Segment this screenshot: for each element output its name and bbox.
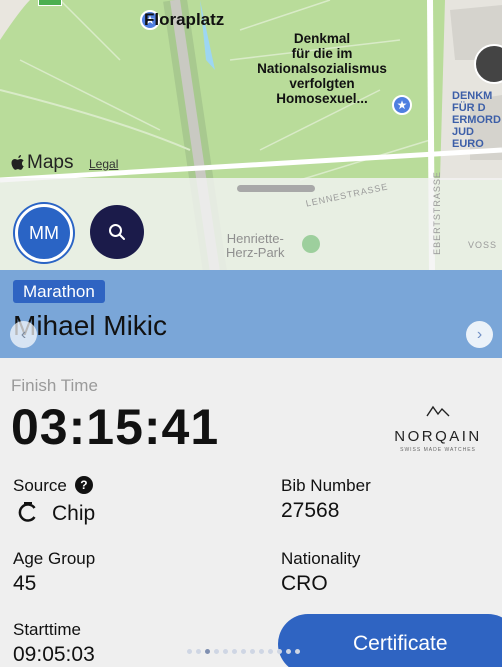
bib-label: Bib Number [281,476,371,495]
chevron-right-icon: › [476,325,483,343]
maps-label: Maps [27,152,74,173]
source-value: Chip [18,502,95,526]
apple-icon [11,155,25,170]
help-icon[interactable]: ? [74,476,93,494]
poi-floraplatz-label: Floraplatz [144,10,225,29]
page-dot[interactable] [250,649,255,654]
legal-link[interactable]: Legal [89,157,118,171]
age-group-label: Age Group [13,549,96,568]
star-icon: ★ [392,95,412,115]
page-dot[interactable] [187,649,192,654]
page-dot[interactable] [295,649,300,654]
sheet-grabber[interactable] [237,185,315,192]
street-label-2: EBERTSTRASSE [431,171,442,255]
park-icon [302,235,320,253]
transit-badge-icon [38,0,62,6]
park-label: Henriette- Herz-Park [226,231,285,260]
sponsor-logo: NORQAIN SWISS MADE WATCHES [383,404,493,453]
chip-icon [18,502,38,522]
previous-button[interactable]: ‹ [10,321,37,348]
nationality-value: CRO [281,572,328,595]
sponsor-name: NORQAIN [394,428,482,445]
avatar[interactable]: MM [15,204,73,262]
poi-side-label: DENKM FÜR D ERMORD JUD EURO [452,90,501,150]
apple-maps-logo: Maps [10,152,73,174]
page-indicator[interactable] [187,649,300,654]
page-dot[interactable] [241,649,246,654]
nationality-label: Nationality [281,549,361,568]
poi-denkmal-label: Denkmal für die im Nationalsozialismus v… [257,30,387,106]
page-dot[interactable] [268,649,273,654]
mountain-icon [426,405,450,417]
search-icon [109,224,125,240]
next-button[interactable]: › [466,321,493,348]
page-dot[interactable] [214,649,219,654]
page-dot[interactable] [205,649,210,654]
poi-floraplatz[interactable]: ★ Floraplatz [140,10,224,30]
bib-value: 27568 [281,499,340,522]
page-dot[interactable] [259,649,264,654]
street-label-3: VOSS [468,240,498,250]
page-dot[interactable] [286,649,291,654]
chevron-left-icon: ‹ [20,325,27,343]
sponsor-subtitle: SWISS MADE WATCHES [400,447,476,453]
page-dot[interactable] [223,649,228,654]
event-tag: Marathon [13,280,105,303]
search-button[interactable] [90,205,144,259]
finish-time-label: Finish Time [11,376,98,395]
source-value-text: Chip [52,502,96,525]
finish-time-value: 03:15:41 [11,399,220,455]
starttime-label: Starttime [13,620,82,639]
page-dot[interactable] [196,649,201,654]
source-label: Source? [13,476,93,496]
page-dot[interactable] [277,649,282,654]
certificate-button[interactable]: Certificate [278,614,502,667]
source-label-text: Source [13,476,67,495]
starttime-value: 09:05:03 [13,643,95,666]
page-dot[interactable] [232,649,237,654]
age-group-value: 45 [13,572,37,595]
